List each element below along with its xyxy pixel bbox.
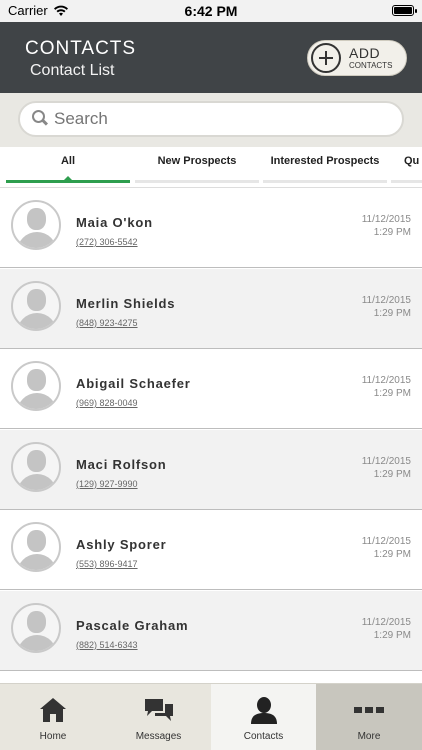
- bottom-tab-bar: Home Messages Contacts More: [0, 683, 422, 750]
- contacts-icon: [250, 697, 277, 724]
- contact-timestamp: 11/12/2015 1:29 PM: [362, 455, 411, 481]
- status-time: 6:42 PM: [184, 3, 238, 19]
- tab-underline: [391, 180, 422, 183]
- plus-circle-icon: [311, 43, 341, 73]
- tabbar-home[interactable]: Home: [0, 684, 106, 750]
- contact-row[interactable]: Merlin Shields (848) 923-4275 11/12/2015…: [0, 268, 422, 349]
- contact-list: Maia O'kon (272) 306-5542 11/12/2015 1:29…: [0, 187, 422, 683]
- contact-time: 1:29 PM: [373, 549, 411, 560]
- avatar-placeholder-icon: [11, 602, 61, 653]
- contact-timestamp: 11/12/2015 1:29 PM: [362, 374, 411, 400]
- tab-underline: [263, 180, 387, 183]
- contact-name: Abigail Schaefer: [76, 376, 191, 391]
- tab-new-prospects[interactable]: New Prospects: [135, 147, 259, 185]
- contact-name: Merlin Shields: [76, 295, 176, 311]
- search-icon: [30, 108, 52, 130]
- page-subtitle: Contact List: [30, 62, 115, 79]
- contact-date: 11/12/2015: [361, 536, 411, 547]
- contact-row[interactable]: Ashly Sporer (553) 896-9417 11/12/2015 1:…: [0, 510, 422, 590]
- more-icon: [354, 707, 384, 713]
- add-contacts-button[interactable]: ADD CONTACTS: [307, 40, 407, 76]
- tabbar-label: Messages: [135, 731, 182, 742]
- status-bar: Carrier 6:42 PM: [0, 0, 422, 22]
- contact-name: Ashly Sporer: [76, 537, 167, 552]
- avatar-placeholder-icon: [11, 441, 61, 492]
- tabbar-messages[interactable]: Messages: [106, 684, 211, 750]
- tab-qualified[interactable]: Qu: [391, 147, 422, 185]
- tab-label: Qu: [404, 155, 420, 167]
- contact-row[interactable]: Pascale Graham (882) 514-6343 11/12/2015…: [0, 590, 422, 671]
- contact-name: Pascale Graham: [76, 617, 189, 633]
- tab-label: All: [60, 155, 76, 167]
- contact-timestamp: 11/12/2015 1:29 PM: [362, 294, 411, 320]
- battery-icon: [392, 5, 417, 16]
- search-area: [0, 93, 422, 147]
- contact-time: 1:29 PM: [373, 227, 411, 238]
- avatar-placeholder-icon: [11, 280, 61, 331]
- avatar-placeholder-icon: [11, 361, 61, 411]
- filter-tabs: All New Prospects Interested Prospects Q…: [0, 147, 422, 185]
- tabbar-contacts[interactable]: Contacts: [211, 684, 316, 750]
- contact-date: 11/12/2015: [361, 455, 411, 467]
- contact-time: 1:29 PM: [373, 307, 411, 319]
- contact-date: 11/12/2015: [361, 294, 411, 306]
- contact-phone-link[interactable]: (272) 306-5542: [76, 237, 138, 247]
- contact-time: 1:29 PM: [373, 629, 411, 641]
- contact-timestamp: 11/12/2015 1:29 PM: [362, 213, 411, 239]
- contact-row[interactable]: Abigail Schaefer (969) 828-0049 11/12/20…: [0, 349, 422, 429]
- contact-row[interactable]: Maia O'kon (272) 306-5542 11/12/2015 1:29…: [0, 188, 422, 268]
- contact-date: 11/12/2015: [361, 616, 411, 628]
- search-box[interactable]: [18, 101, 404, 137]
- contact-timestamp: 11/12/2015 1:29 PM: [362, 616, 411, 642]
- messages-icon: [144, 699, 173, 721]
- avatar-placeholder-icon: [11, 522, 61, 572]
- contact-time: 1:29 PM: [373, 388, 411, 399]
- contact-phone-link[interactable]: (129) 927-9990: [76, 479, 138, 489]
- tabbar-label: Home: [39, 731, 67, 742]
- tabbar-label: Contacts: [243, 731, 284, 742]
- tab-interested-prospects[interactable]: Interested Prospects: [263, 147, 387, 185]
- tab-underline: [6, 180, 130, 183]
- contact-row[interactable]: Maci Rolfson (129) 927-9990 11/12/2015 1:…: [0, 429, 422, 510]
- contact-time: 1:29 PM: [373, 468, 411, 480]
- avatar-placeholder-icon: [11, 200, 61, 250]
- contact-row-partial[interactable]: [0, 671, 422, 683]
- page-title: CONTACTS: [25, 38, 137, 59]
- contact-phone-link[interactable]: (969) 828-0049: [76, 398, 138, 408]
- search-input[interactable]: [54, 109, 374, 129]
- home-icon: [40, 698, 66, 722]
- add-button-label: ADD: [349, 45, 381, 61]
- tab-all[interactable]: All: [6, 147, 130, 185]
- contact-name: Maci Rolfson: [76, 456, 167, 472]
- contact-date: 11/12/2015: [361, 375, 411, 386]
- app-header: CONTACTS Contact List ADD CONTACTS: [0, 22, 422, 93]
- tab-label: Interested Prospects: [270, 155, 380, 167]
- contact-date: 11/12/2015: [361, 214, 411, 225]
- tabbar-more[interactable]: More: [316, 684, 422, 750]
- contact-phone-link[interactable]: (848) 923-4275: [76, 318, 138, 328]
- tab-underline: [135, 180, 259, 183]
- contact-name: Maia O'kon: [76, 215, 153, 230]
- contact-timestamp: 11/12/2015 1:29 PM: [362, 535, 411, 561]
- tab-label: New Prospects: [157, 155, 237, 167]
- tabbar-label: More: [357, 731, 381, 742]
- contact-phone-link[interactable]: (882) 514-6343: [76, 640, 138, 650]
- add-button-sublabel: CONTACTS: [349, 61, 393, 70]
- contact-phone-link[interactable]: (553) 896-9417: [76, 559, 138, 569]
